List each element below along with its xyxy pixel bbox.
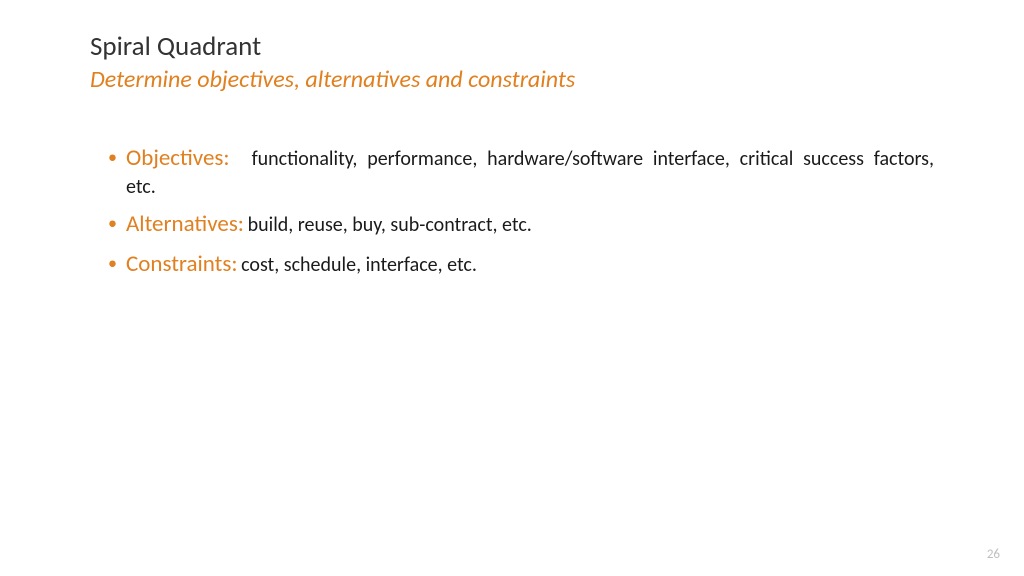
- bullet-item-objectives: Objectives:functionality, performance, h…: [108, 144, 934, 200]
- bullet-item-alternatives: Alternatives: build, reuse, buy, sub-con…: [108, 210, 934, 240]
- slide-title: Spiral Quadrant: [90, 30, 934, 63]
- bullet-label: Alternatives:: [126, 210, 244, 238]
- bullet-label: Objectives:: [126, 144, 230, 172]
- bullet-desc: functionality, performance, hardware/sof…: [126, 147, 934, 199]
- bullet-desc: build, reuse, buy, sub-contract, etc.: [248, 213, 532, 237]
- bullet-desc: cost, schedule, interface, etc.: [241, 253, 477, 277]
- bullet-item-constraints: Constraints: cost, schedule, interface, …: [108, 250, 934, 280]
- page-number: 26: [987, 547, 1000, 562]
- bullet-label: Constraints:: [126, 250, 238, 278]
- slide-content: Spiral Quadrant Determine objectives, al…: [0, 0, 1024, 280]
- bullet-list: Objectives:functionality, performance, h…: [90, 144, 934, 280]
- slide-subtitle: Determine objectives, alternatives and c…: [90, 65, 934, 94]
